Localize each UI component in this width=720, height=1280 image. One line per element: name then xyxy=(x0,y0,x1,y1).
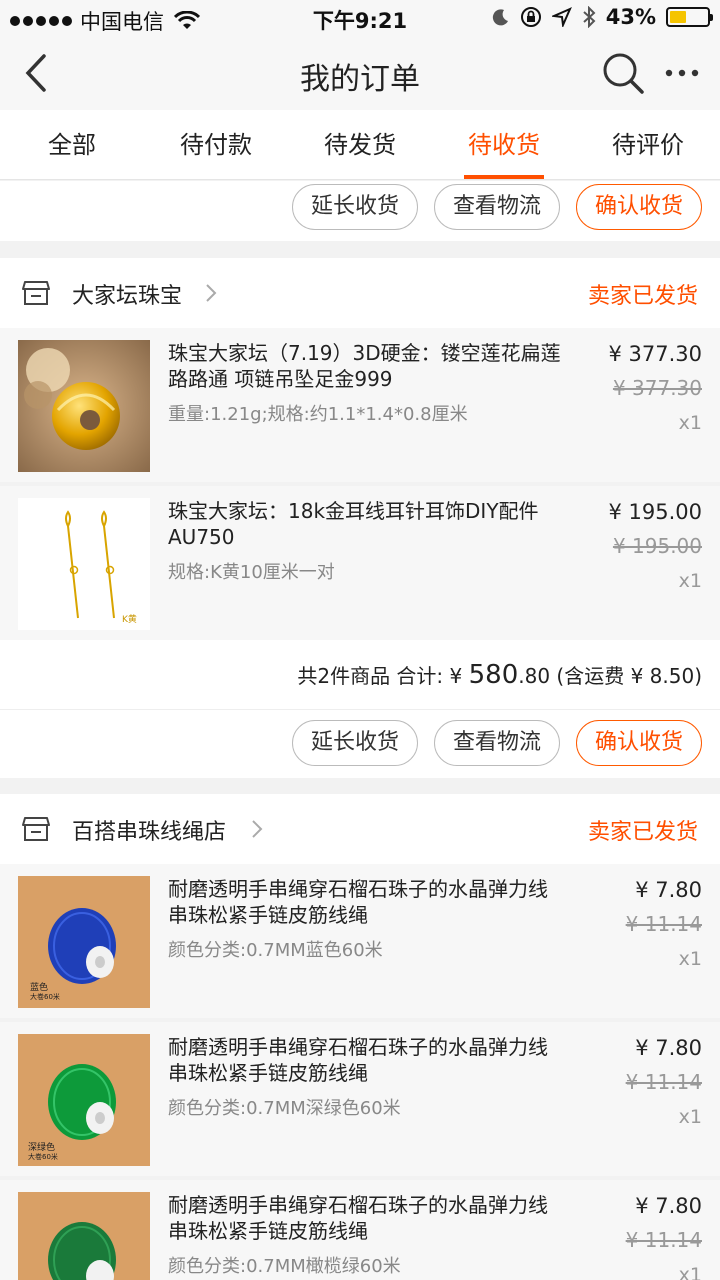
product-title[interactable]: 耐磨透明手串绳穿石榴石珠子的水晶弹力线 串珠松紧手链皮筋线绳 xyxy=(168,876,568,928)
tab-all[interactable]: 全部 xyxy=(0,110,144,179)
extend-receipt-button[interactable]: 延长收货 xyxy=(291,720,418,766)
quantity: x1 xyxy=(678,1106,702,1128)
order-item[interactable]: K黄 珠宝大家坛：18k金耳线耳针耳饰DIY配件 AU750 规格:K黄10厘米… xyxy=(0,486,720,640)
status-bar: 中国电信 下午9:21 43% xyxy=(0,0,720,36)
order-summary: 共2件商品 合计: ¥ 580.80 (含运费 ¥ 8.50) xyxy=(0,640,720,710)
order-item[interactable]: 深绿色 大卷60米 耐磨透明手串绳穿石榴石珠子的水晶弹力线 串珠松紧手链皮筋线绳… xyxy=(0,1022,720,1176)
product-spec: 颜色分类:0.7MM橄榄绿60米 xyxy=(168,1256,401,1277)
location-icon xyxy=(551,7,572,27)
product-image: 蓝色 大卷60米 xyxy=(18,876,150,1008)
product-spec: 颜色分类:0.7MM深绿色60米 xyxy=(168,1098,401,1119)
shop-header[interactable]: 百搭串珠线绳店 卖家已发货 xyxy=(0,794,720,864)
order-item[interactable]: 耐磨透明手串绳穿石榴石珠子的水晶弹力线 串珠松紧手链皮筋线绳 颜色分类:0.7M… xyxy=(0,1180,720,1280)
quantity: x1 xyxy=(678,948,702,970)
order-item[interactable]: 蓝色 大卷60米 耐磨透明手串绳穿石榴石珠子的水晶弹力线 串珠松紧手链皮筋线绳 … xyxy=(0,864,720,1018)
product-spec: 重量:1.21g;规格:约1.1*1.4*0.8厘米 xyxy=(168,404,468,425)
product-price: ¥ 7.80 xyxy=(635,878,702,902)
shop-name[interactable]: 百搭串珠线绳店 xyxy=(72,814,226,846)
order-status: 卖家已发货 xyxy=(587,820,698,845)
original-price: ¥ 11.14 xyxy=(625,1228,702,1252)
original-price: ¥ 11.14 xyxy=(625,1070,702,1094)
image-tag-text: K黄 xyxy=(122,615,137,625)
product-price: ¥ 7.80 xyxy=(635,1036,702,1060)
tab-pending-shipment[interactable]: 待发货 xyxy=(288,110,432,179)
product-title[interactable]: 耐磨透明手串绳穿石榴石珠子的水晶弹力线 串珠松紧手链皮筋线绳 xyxy=(168,1192,568,1244)
order-item[interactable]: 珠宝大家坛（7.19）3D硬金：镂空莲花扁莲路路通 项链吊坠足金999 重量:1… xyxy=(0,328,720,482)
order-actions: 延长收货 查看物流 确认收货 xyxy=(0,710,720,778)
order-status: 卖家已发货 xyxy=(587,284,698,309)
confirm-receipt-button[interactable]: 确认收货 xyxy=(575,720,702,766)
total-label: 共2件商品 合计: ¥ xyxy=(297,664,469,688)
view-logistics-button[interactable]: 查看物流 xyxy=(433,184,560,230)
total-integer: 580 xyxy=(468,660,519,690)
nav-bar: 我的订单 xyxy=(0,36,720,110)
order-list-screen: 中国电信 下午9:21 43% 我的订单 全部 待付款 待发货 待收货 待评价 … xyxy=(0,0,720,1280)
original-price: ¥ 11.14 xyxy=(625,912,702,936)
battery-icon xyxy=(666,7,713,27)
product-price: ¥ 7.80 xyxy=(635,1194,702,1218)
quantity: x1 xyxy=(678,1264,702,1280)
rotation-lock-icon xyxy=(520,7,541,27)
image-size-label: 大卷60米 xyxy=(28,1153,58,1161)
more-icon[interactable] xyxy=(664,56,700,90)
previous-order-actions: 延长收货 查看物流 确认收货 xyxy=(0,181,720,241)
store-icon xyxy=(22,281,50,305)
product-image: 深绿色 大卷60米 xyxy=(18,1034,150,1166)
original-price: ¥ 377.30 xyxy=(612,376,702,400)
confirm-receipt-button[interactable]: 确认收货 xyxy=(575,184,702,230)
battery-percent: 43% xyxy=(605,5,656,29)
product-price: ¥ 377.30 xyxy=(608,342,702,366)
tab-pending-receipt[interactable]: 待收货 xyxy=(432,110,576,179)
product-spec: 颜色分类:0.7MM蓝色60米 xyxy=(168,940,383,961)
moon-icon xyxy=(492,9,508,26)
chevron-right-icon xyxy=(252,820,263,838)
product-price: ¥ 195.00 xyxy=(608,500,702,524)
tab-pending-payment[interactable]: 待付款 xyxy=(144,110,288,179)
order-total: 共2件商品 合计: ¥ 580.80 (含运费 ¥ 8.50) xyxy=(297,660,702,690)
total-decimal: .80 xyxy=(518,664,551,688)
status-right-group: 43% xyxy=(492,5,713,29)
shipping-fee: (含运费 ¥ 8.50) xyxy=(550,664,702,688)
product-title[interactable]: 珠宝大家坛：18k金耳线耳针耳饰DIY配件 AU750 xyxy=(168,498,568,550)
product-title[interactable]: 耐磨透明手串绳穿石榴石珠子的水晶弹力线 串珠松紧手链皮筋线绳 xyxy=(168,1034,568,1086)
search-icon[interactable] xyxy=(600,50,646,96)
shop-header[interactable]: 大家坛珠宝 卖家已发货 xyxy=(0,258,720,328)
original-price: ¥ 195.00 xyxy=(612,534,702,558)
image-size-label: 大卷60米 xyxy=(30,993,60,1001)
quantity: x1 xyxy=(678,412,702,434)
shop-name[interactable]: 大家坛珠宝 xyxy=(72,278,182,310)
product-title[interactable]: 珠宝大家坛（7.19）3D硬金：镂空莲花扁莲路路通 项链吊坠足金999 xyxy=(168,340,568,392)
bluetooth-icon xyxy=(583,6,596,28)
product-spec: 规格:K黄10厘米一对 xyxy=(168,562,335,583)
chevron-right-icon xyxy=(206,284,217,302)
extend-receipt-button[interactable]: 延长收货 xyxy=(291,184,418,230)
product-image xyxy=(18,340,150,472)
store-icon xyxy=(22,817,50,841)
order-tabs: 全部 待付款 待发货 待收货 待评价 xyxy=(0,110,720,180)
product-image: K黄 xyxy=(18,498,150,630)
tab-pending-review[interactable]: 待评价 xyxy=(576,110,720,179)
product-image xyxy=(18,1192,150,1280)
view-logistics-button[interactable]: 查看物流 xyxy=(433,720,560,766)
quantity: x1 xyxy=(678,570,702,592)
